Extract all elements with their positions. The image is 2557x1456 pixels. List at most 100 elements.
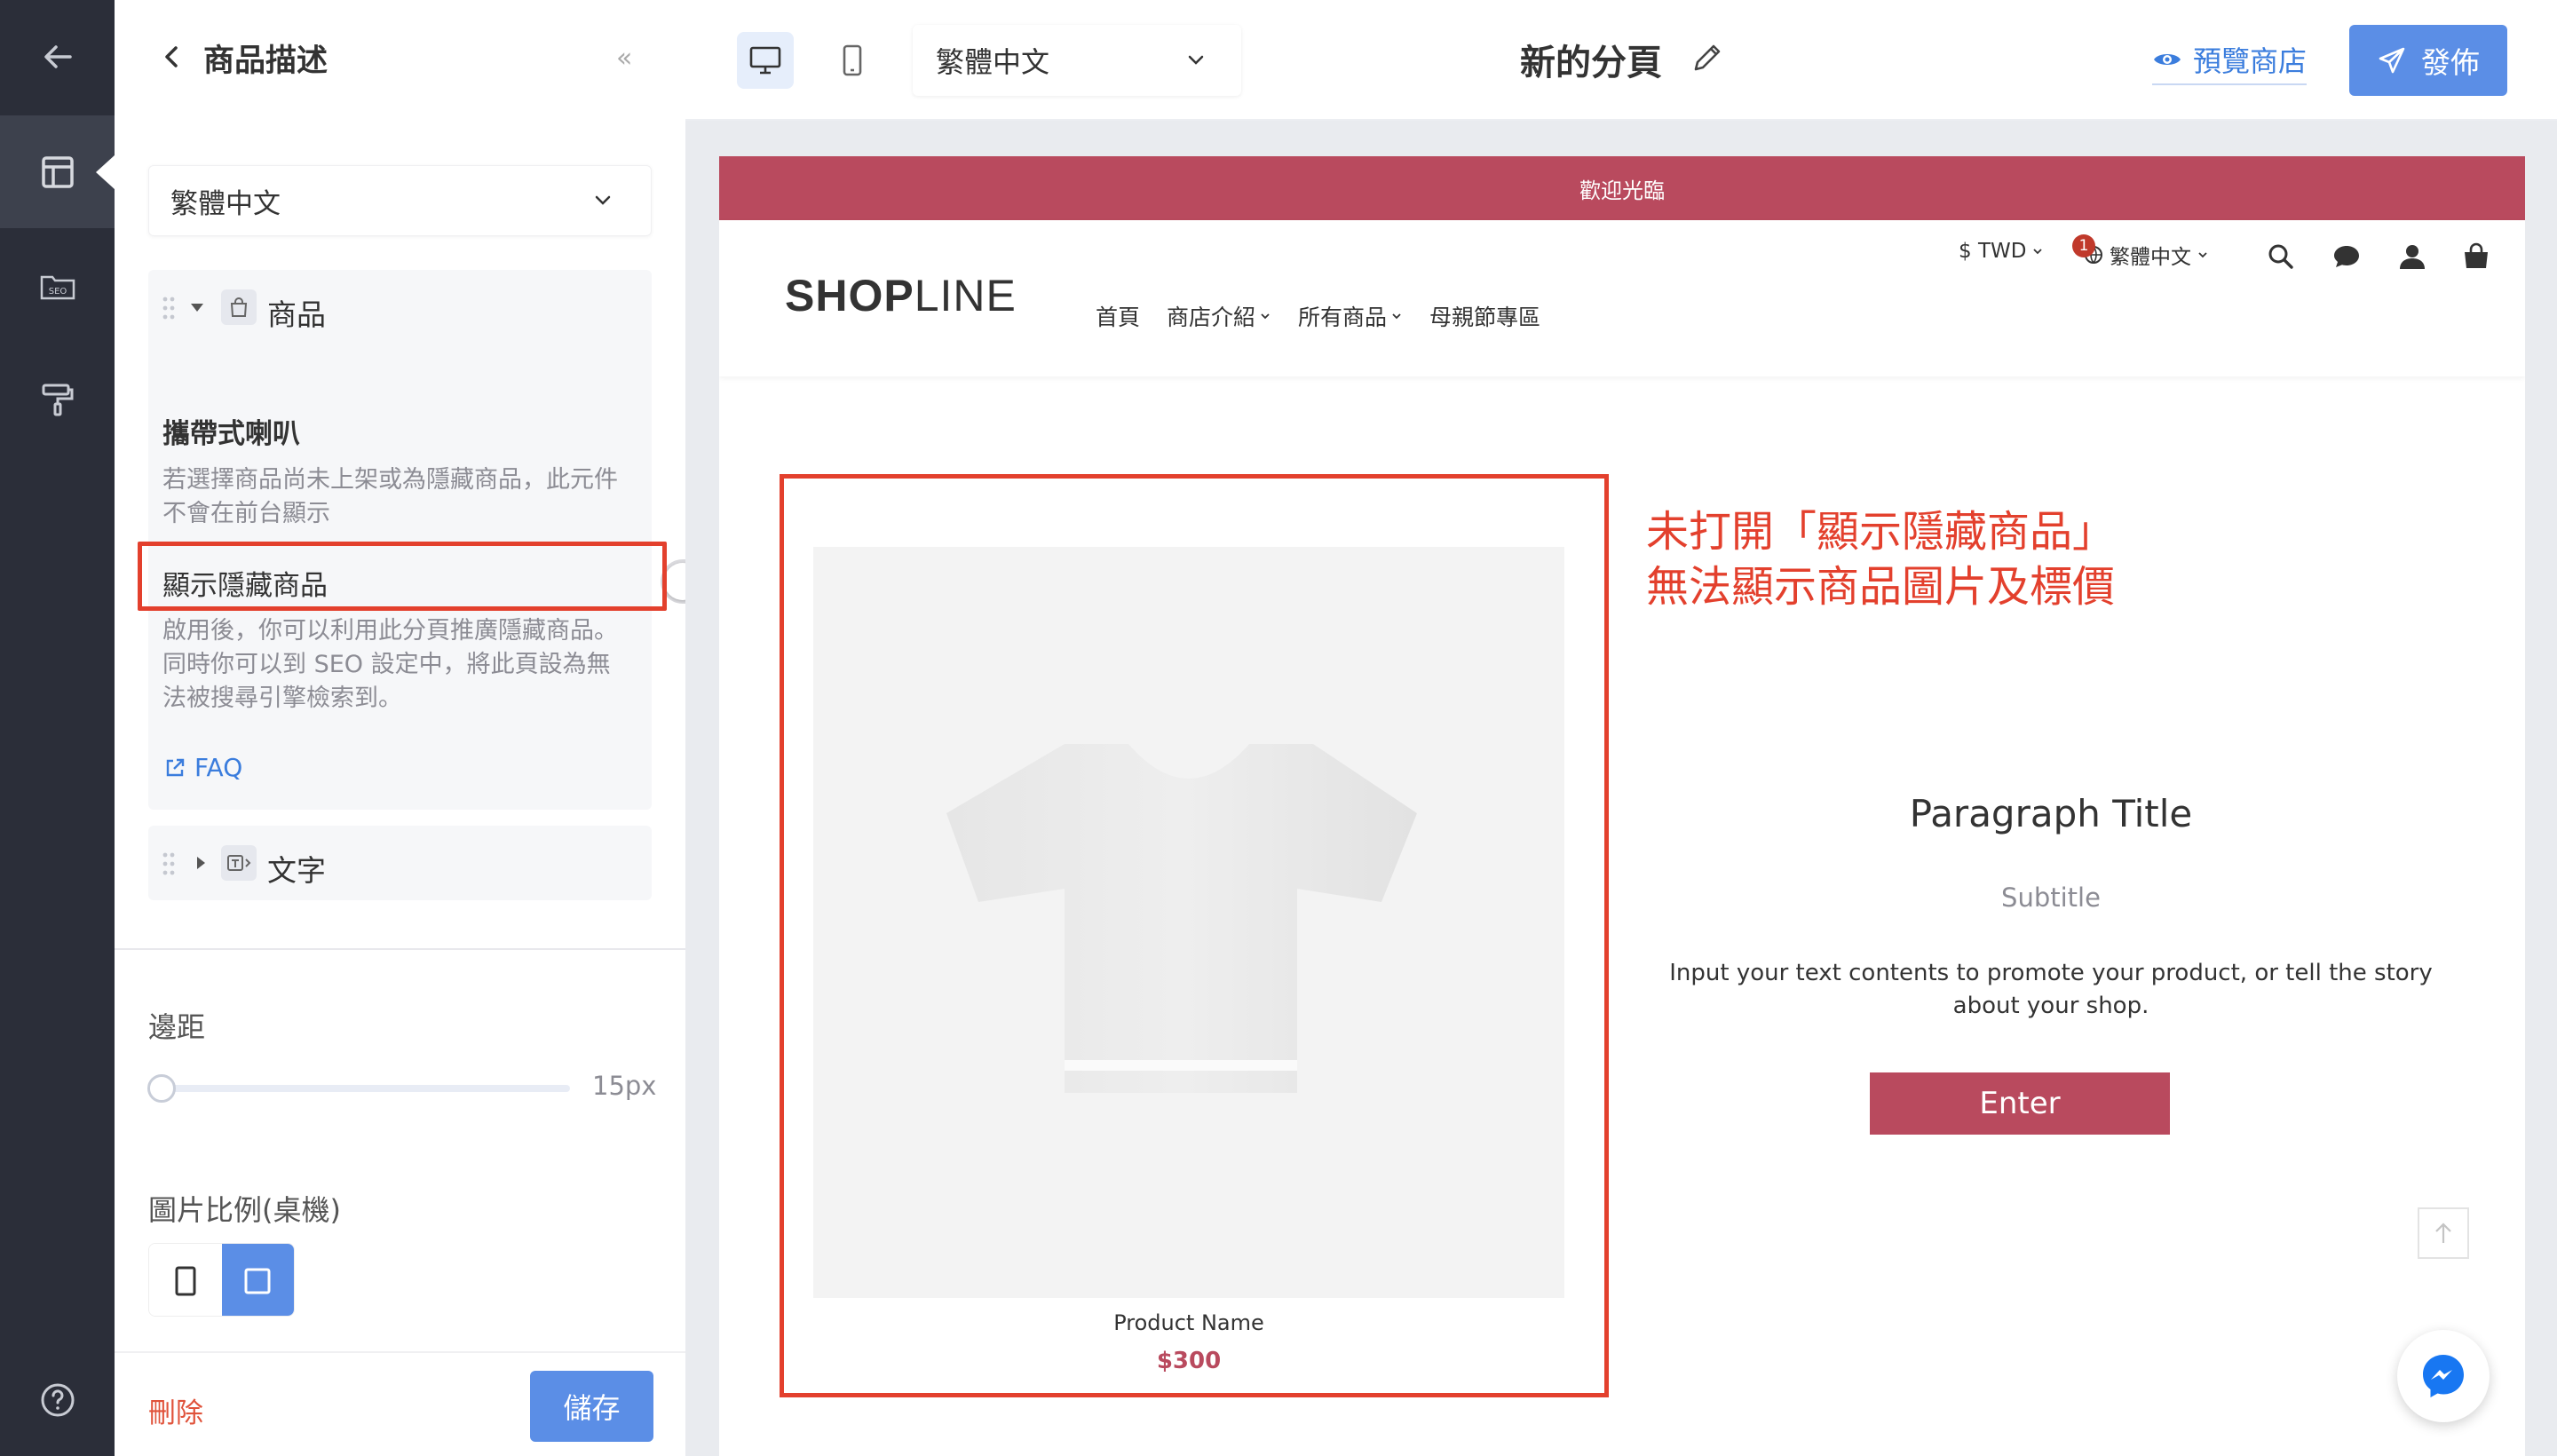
preview-store-link[interactable]: 預覽商店 [2152,39,2308,85]
page-title: 新的分頁 [1520,43,1662,83]
left-rail: SEO [0,0,115,1456]
faq-label: FAQ [194,753,243,782]
logo-light: LINE [914,271,1017,320]
paragraph-title: Paragraph Title [1909,792,2193,835]
panel-divider [115,948,685,950]
panel-header: 商品描述 « [115,0,685,115]
svg-text:SEO: SEO [48,287,67,297]
save-button[interactable]: 儲存 [530,1371,653,1442]
collapse-panel-icon[interactable]: « [616,43,632,74]
mobile-icon [843,44,862,76]
seo-icon[interactable]: SEO [0,229,115,342]
chevron-down-icon [1392,313,1401,320]
ratio-portrait-button[interactable] [149,1244,222,1316]
messenger-button[interactable] [2397,1330,2490,1422]
product-help-text: 若選擇商品尚未上架或為隱藏商品，此元件不會在前台顯示 [162,466,618,527]
enter-button[interactable]: Enter [1870,1072,2170,1135]
chat-icon[interactable] [2330,240,2363,273]
toggle-help-line-1: 啟用後，你可以利用此分頁推廣隱藏商品。 [162,617,618,645]
chevron-down-icon [2198,252,2207,258]
drag-handle-icon[interactable] [162,297,175,320]
store-nav: 首頁 商店介紹 所有商品 母親節專區 [1096,300,1540,332]
highlight-box-toggle [138,542,667,611]
store-language-value: 繁體中文 [2110,246,2191,269]
nav-label: 母親節專區 [1429,305,1541,330]
store-logo[interactable]: SHOPLINE [785,270,1017,321]
annotation-text: 未打開「顯示隱藏商品」 無法顯示商品圖片及標價 [1646,504,2115,614]
text-block-header[interactable]: 文字 [148,826,652,900]
margin-label: 邊距 [148,1010,206,1044]
nav-item-all-products[interactable]: 所有商品 [1298,300,1403,332]
caret-right-icon[interactable] [193,855,209,871]
paint-roller-icon[interactable] [0,343,115,455]
product-block-header[interactable]: 商品 [148,270,652,344]
preview-language-value: 繁體中文 [936,45,1050,79]
chevron-down-icon [1188,55,1204,65]
toggle-help-text: 啟用後，你可以利用此分頁推廣隱藏商品。 同時你可以到 SEO 設定中，將此頁設為… [162,614,624,716]
toggle-help-line-2: 同時你可以到 SEO 設定中，將此頁設為無法被搜尋引擎檢索到。 [162,651,611,712]
nav-item-mothers-day[interactable]: 母親節專區 [1429,300,1540,332]
drag-handle-icon[interactable] [162,852,175,875]
content-language-value: 繁體中文 [170,187,281,220]
margin-slider-thumb[interactable] [147,1074,176,1103]
pencil-icon[interactable] [1689,39,1726,76]
delete-button[interactable]: 刪除 [148,1390,203,1430]
editor-topbar: 繁體中文 新的分頁 預覽商店 發佈 [685,0,2557,121]
external-link-icon [166,758,185,776]
back-chevron-icon[interactable] [154,39,189,75]
text-block-label: 文字 [267,853,326,888]
product-block-label: 商品 [267,297,326,332]
nav-label: 所有商品 [1298,305,1388,330]
chevron-down-icon [1261,313,1270,320]
publish-label: 發佈 [2421,45,2480,80]
portrait-ratio-icon [175,1266,196,1295]
chevron-down-icon [2033,249,2043,255]
margin-value: 15px [592,1071,657,1101]
messenger-icon [2423,1355,2464,1397]
square-ratio-icon [244,1268,271,1294]
currency-select[interactable]: $ TWD [1959,240,2044,263]
user-icon[interactable] [2395,240,2429,273]
content-language-select[interactable]: 繁體中文 [148,165,652,236]
desktop-view-button[interactable] [737,32,794,89]
help-icon[interactable] [0,1343,115,1456]
cart-icon[interactable] [2459,240,2493,273]
scroll-to-top-button[interactable] [2418,1207,2469,1259]
chevron-down-icon [595,195,611,205]
nav-label: 商店介紹 [1167,305,1256,330]
store-language-select[interactable]: 繁體中文 [2083,240,2209,270]
arrow-up-icon [2435,1223,2451,1243]
logo-bold: SHOP [785,271,914,320]
faq-link[interactable]: FAQ [162,753,242,782]
text-block[interactable]: 文字 [148,826,652,900]
paragraph-body: Input your text contents to promote your… [1669,960,2433,1019]
publish-button[interactable]: 發佈 [2349,25,2507,96]
back-arrow-icon[interactable] [0,0,115,113]
paragraph-subtitle: Subtitle [2001,882,2101,913]
margin-slider-track[interactable] [153,1085,570,1092]
eye-icon [2154,54,2181,65]
ratio-square-button[interactable] [221,1244,294,1316]
cart-count-badge: 1 [2072,234,2095,257]
panel-title: 商品描述 [203,44,329,79]
search-icon[interactable] [2264,240,2298,273]
nav-label: 首頁 [1096,305,1141,330]
paper-plane-icon [2379,47,2405,74]
image-ratio-label: 圖片比例(桌機) [148,1193,341,1227]
annotation-line-1: 未打開「顯示隱藏商品」 [1646,507,2116,557]
layout-icon[interactable] [0,115,115,228]
caret-down-icon[interactable] [189,299,205,315]
annotation-line-2: 無法顯示商品圖片及標價 [1646,562,2116,612]
mobile-view-button[interactable] [824,32,881,89]
selected-product-name: 攜帶式喇叭 [162,418,300,450]
desktop-icon [749,46,781,75]
nav-item-home[interactable]: 首頁 [1096,300,1140,332]
product-block: 商品 [148,270,652,810]
announcement-bar: 歡迎光臨 [719,156,2525,220]
currency-value: $ TWD [1959,240,2027,263]
text-block-icon [221,845,257,881]
panel-footer: 刪除 儲存 [115,1351,685,1456]
shopping-bag-icon [221,289,257,325]
nav-item-about[interactable]: 商店介紹 [1167,300,1271,332]
preview-language-select[interactable]: 繁體中文 [913,25,1241,96]
